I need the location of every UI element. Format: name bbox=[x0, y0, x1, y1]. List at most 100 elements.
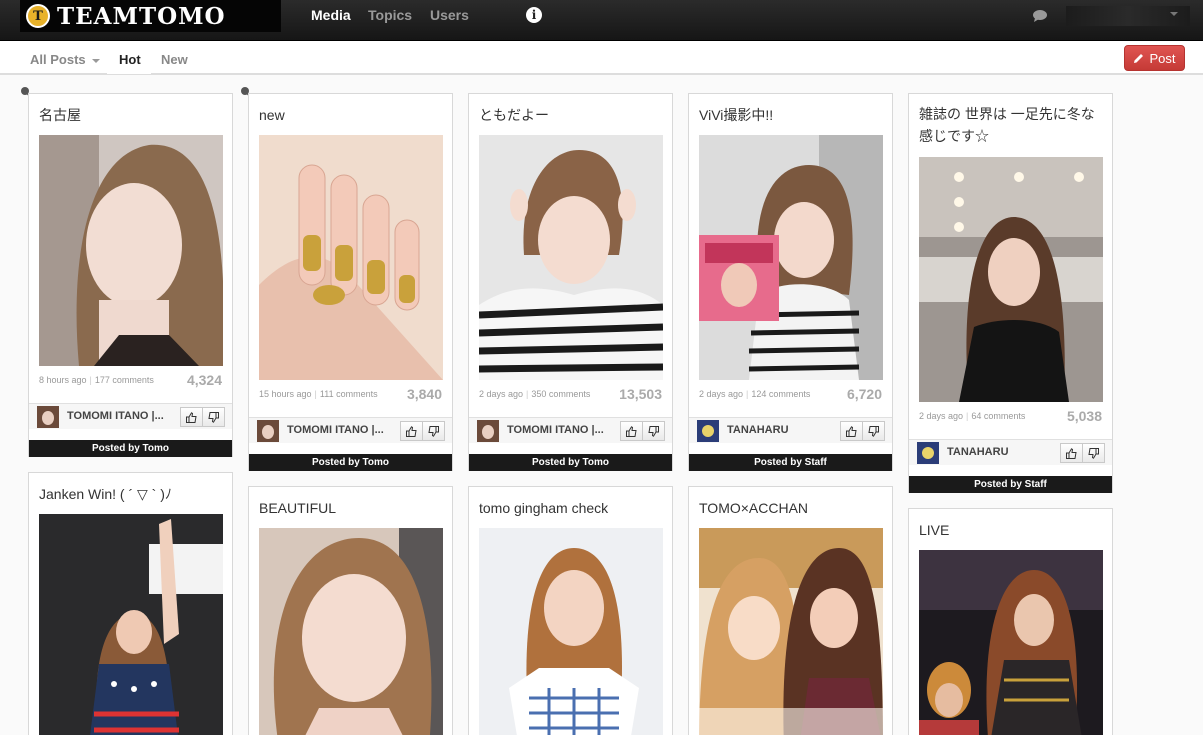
thumb-down-icon bbox=[1088, 447, 1099, 459]
avatar[interactable] bbox=[917, 442, 939, 464]
post-title[interactable]: 雑誌の 世界は 一足先に冬な感じです☆ bbox=[919, 103, 1103, 147]
post-image[interactable] bbox=[479, 135, 663, 380]
thumb-down-icon bbox=[428, 425, 439, 437]
post-time: 2 days ago bbox=[919, 411, 964, 421]
post-card[interactable]: LIVE bbox=[908, 508, 1113, 735]
nav-media[interactable]: Media bbox=[311, 7, 351, 23]
info-icon[interactable]: i bbox=[526, 7, 542, 23]
post-card[interactable]: BEAUTIFUL bbox=[248, 486, 453, 735]
thumb-down-icon bbox=[868, 425, 879, 437]
upvote-button[interactable] bbox=[840, 421, 863, 441]
post-title[interactable]: tomo gingham check bbox=[479, 497, 608, 519]
post-comments[interactable]: 177 comments bbox=[95, 375, 154, 385]
posted-by-label: Posted by Tomo bbox=[249, 454, 452, 471]
all-posts-label: All Posts bbox=[30, 52, 86, 67]
downvote-button[interactable] bbox=[422, 421, 445, 441]
post-title[interactable]: TOMO×ACCHAN bbox=[699, 497, 808, 519]
upvote-button[interactable] bbox=[1060, 443, 1083, 463]
avatar[interactable] bbox=[257, 420, 279, 442]
nav-topics[interactable]: Topics bbox=[368, 7, 412, 23]
post-card[interactable]: Janken Win! ( ´ ▽ ` )ﾉ bbox=[28, 472, 233, 735]
thumb-up-icon bbox=[406, 425, 417, 437]
downvote-button[interactable] bbox=[862, 421, 885, 441]
upvote-button[interactable] bbox=[180, 407, 203, 427]
filter-bar: All Posts Hot New Post bbox=[0, 41, 1203, 75]
thumb-up-icon bbox=[186, 411, 197, 423]
post-meta: 2 days ago | 350 comments bbox=[479, 389, 591, 399]
post-comments[interactable]: 64 comments bbox=[971, 411, 1025, 421]
avatar[interactable] bbox=[697, 420, 719, 442]
post-title[interactable]: 名古屋 bbox=[39, 104, 81, 126]
chat-bubble-icon[interactable] bbox=[1032, 10, 1048, 22]
post-image[interactable] bbox=[919, 157, 1103, 402]
post-card[interactable]: 名古屋 8 hours ago | 177 comments 4,324 TOMOM… bbox=[28, 93, 233, 457]
logo-emblem: T bbox=[26, 4, 50, 28]
avatar[interactable] bbox=[37, 406, 59, 428]
post-card[interactable]: tomo gingham check bbox=[468, 486, 673, 735]
post-image[interactable] bbox=[259, 135, 443, 380]
pencil-icon bbox=[1134, 53, 1144, 63]
site-logo[interactable]: T TEAMTOMO bbox=[20, 0, 281, 32]
user-menu[interactable] bbox=[1066, 6, 1190, 26]
upvote-button[interactable] bbox=[400, 421, 423, 441]
post-meta: 8 hours ago | 177 comments bbox=[39, 375, 154, 385]
upvote-button[interactable] bbox=[620, 421, 643, 441]
author-row: TOMOMI ITANO |... bbox=[469, 417, 672, 443]
post-image[interactable] bbox=[39, 514, 223, 735]
post-meta: 2 days ago | 124 comments bbox=[699, 389, 811, 399]
post-card[interactable]: ともだよー 2 days ago | 350 comments 13,503 TOM… bbox=[468, 93, 673, 471]
author-name[interactable]: TANAHARU bbox=[947, 446, 1009, 458]
post-card[interactable]: new 15 hours ago | 111 comments 3,840 TOMO… bbox=[248, 93, 453, 471]
post-title[interactable]: LIVE bbox=[919, 519, 949, 541]
post-button-label: Post bbox=[1149, 50, 1176, 66]
post-button[interactable]: Post bbox=[1124, 45, 1185, 71]
post-title[interactable]: ViVi撮影中!! bbox=[699, 104, 773, 126]
post-score: 13,503 bbox=[619, 386, 662, 402]
tab-hot[interactable]: Hot bbox=[119, 52, 141, 67]
post-title[interactable]: BEAUTIFUL bbox=[259, 497, 336, 519]
chevron-down-icon bbox=[91, 58, 100, 63]
author-name[interactable]: TANAHARU bbox=[727, 424, 789, 436]
posted-by-label: Posted by Staff bbox=[909, 476, 1112, 493]
post-card[interactable]: 雑誌の 世界は 一足先に冬な感じです☆ 2 days ago | 64 commen… bbox=[908, 93, 1113, 493]
post-time: 8 hours ago bbox=[39, 375, 87, 385]
downvote-button[interactable] bbox=[642, 421, 665, 441]
post-title[interactable]: new bbox=[259, 104, 285, 126]
post-card[interactable]: ViVi撮影中!! 2 days ago | 124 comments 6,720 … bbox=[688, 93, 893, 471]
chevron-down-icon[interactable] bbox=[1170, 12, 1178, 16]
downvote-button[interactable] bbox=[1082, 443, 1105, 463]
downvote-button[interactable] bbox=[202, 407, 225, 427]
post-image[interactable] bbox=[919, 550, 1103, 735]
author-row: TANAHARU bbox=[689, 417, 892, 443]
post-image[interactable] bbox=[479, 528, 663, 735]
post-title[interactable]: Janken Win! ( ´ ▽ ` )ﾉ bbox=[39, 483, 172, 505]
post-time: 2 days ago bbox=[479, 389, 524, 399]
post-comments[interactable]: 111 comments bbox=[320, 389, 378, 399]
thumb-up-icon bbox=[1066, 447, 1077, 459]
post-meta: 15 hours ago | 111 comments bbox=[259, 389, 378, 399]
author-name[interactable]: TOMOMI ITANO |... bbox=[507, 424, 604, 436]
post-image[interactable] bbox=[39, 135, 223, 366]
post-comments[interactable]: 124 comments bbox=[751, 389, 810, 399]
post-score: 3,840 bbox=[406, 386, 442, 402]
tab-new[interactable]: New bbox=[161, 52, 188, 67]
thumb-up-icon bbox=[626, 425, 637, 437]
post-time: 15 hours ago bbox=[259, 389, 312, 399]
post-meta: 2 days ago | 64 comments bbox=[919, 411, 1026, 421]
top-navbar: T TEAMTOMO Media Topics Users i bbox=[0, 0, 1203, 41]
post-comments[interactable]: 350 comments bbox=[531, 389, 590, 399]
author-name[interactable]: TOMOMI ITANO |... bbox=[67, 410, 164, 422]
post-image[interactable] bbox=[699, 528, 883, 735]
post-image[interactable] bbox=[259, 528, 443, 735]
post-image[interactable] bbox=[699, 135, 883, 380]
thumb-down-icon bbox=[648, 425, 659, 437]
post-title[interactable]: ともだよー bbox=[479, 104, 549, 126]
nav-users[interactable]: Users bbox=[430, 7, 469, 23]
post-card[interactable]: TOMO×ACCHAN bbox=[688, 486, 893, 735]
post-score: 4,324 bbox=[186, 372, 222, 388]
all-posts-dropdown[interactable]: All Posts bbox=[30, 52, 100, 67]
avatar[interactable] bbox=[477, 420, 499, 442]
author-name[interactable]: TOMOMI ITANO |... bbox=[287, 424, 384, 436]
author-row: TOMOMI ITANO |... bbox=[29, 403, 232, 429]
posted-by-label: Posted by Tomo bbox=[29, 440, 232, 457]
